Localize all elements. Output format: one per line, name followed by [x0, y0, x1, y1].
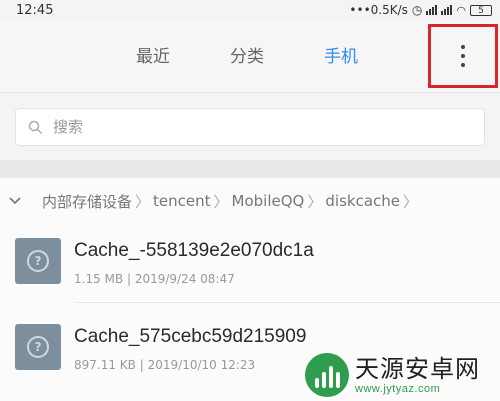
file-name: Cache_575cebc59d215909: [74, 326, 307, 347]
top-tab-bar: 最近 分类 手机: [0, 20, 500, 93]
status-indicators: •••0.5K/s ◷ ◠ 5: [349, 3, 492, 17]
meta-separator: |: [139, 358, 144, 372]
file-meta: 1.15 MB | 2019/9/24 08:47: [74, 272, 235, 286]
meta-separator: |: [126, 272, 131, 286]
list-item[interactable]: ? Cache_-558139e2e070dc1a 1.15 MB | 2019…: [0, 224, 500, 298]
chevron-right-icon: 〉: [403, 192, 419, 211]
tab-category[interactable]: 分类: [230, 42, 264, 67]
tab-recent[interactable]: 最近: [136, 42, 170, 67]
chevron-right-icon: 〉: [213, 192, 229, 211]
network-speed: •••0.5K/s: [349, 3, 408, 17]
file-name: Cache_-558139e2e070dc1a: [74, 240, 314, 261]
unknown-file-icon: ?: [15, 324, 61, 370]
file-date: 2019/9/24 08:47: [134, 272, 235, 286]
breadcrumb-item-diskcache[interactable]: diskcache: [325, 192, 400, 210]
watermark-url: www.jytyaz.com: [355, 382, 441, 395]
wifi-icon: ◠: [456, 3, 466, 17]
status-time: 12:45: [16, 2, 54, 18]
file-size: 1.15 MB: [74, 272, 124, 286]
search-box[interactable]: [15, 108, 485, 146]
watermark-title: 天源安卓网: [355, 354, 480, 383]
alarm-icon: ◷: [411, 3, 423, 17]
chevron-right-icon: 〉: [135, 192, 151, 211]
android-logo-icon: [305, 352, 349, 397]
file-size: 897.11 KB: [74, 358, 136, 372]
breadcrumb-item-mobileqq[interactable]: MobileQQ: [232, 192, 305, 210]
watermark: 天源安卓网 www.jytyaz.com: [305, 348, 500, 401]
more-vert-icon: [461, 45, 465, 67]
chevron-down-icon[interactable]: [8, 196, 22, 206]
signal-icon: [426, 5, 438, 15]
more-options-button[interactable]: [428, 24, 498, 88]
unknown-file-icon: ?: [15, 238, 61, 284]
breadcrumb-item-internal-storage[interactable]: 内部存储设备: [42, 191, 132, 212]
tab-phone[interactable]: 手机: [324, 42, 358, 67]
search-input[interactable]: [51, 117, 455, 137]
search-icon: [28, 120, 43, 134]
breadcrumb-item-tencent[interactable]: tencent: [153, 192, 210, 210]
battery-icon: 5: [470, 4, 492, 16]
status-bar: 12:45 •••0.5K/s ◷ ◠ 5: [0, 0, 500, 20]
row-divider: [74, 302, 500, 303]
signal-icon-2: [441, 5, 453, 15]
breadcrumb: 内部存储设备 〉 tencent 〉 MobileQQ 〉 diskcache …: [0, 178, 500, 224]
file-date: 2019/10/10 12:23: [147, 358, 256, 372]
section-divider: [0, 160, 500, 178]
chevron-right-icon: 〉: [307, 192, 323, 211]
file-meta: 897.11 KB | 2019/10/10 12:23: [74, 358, 255, 372]
